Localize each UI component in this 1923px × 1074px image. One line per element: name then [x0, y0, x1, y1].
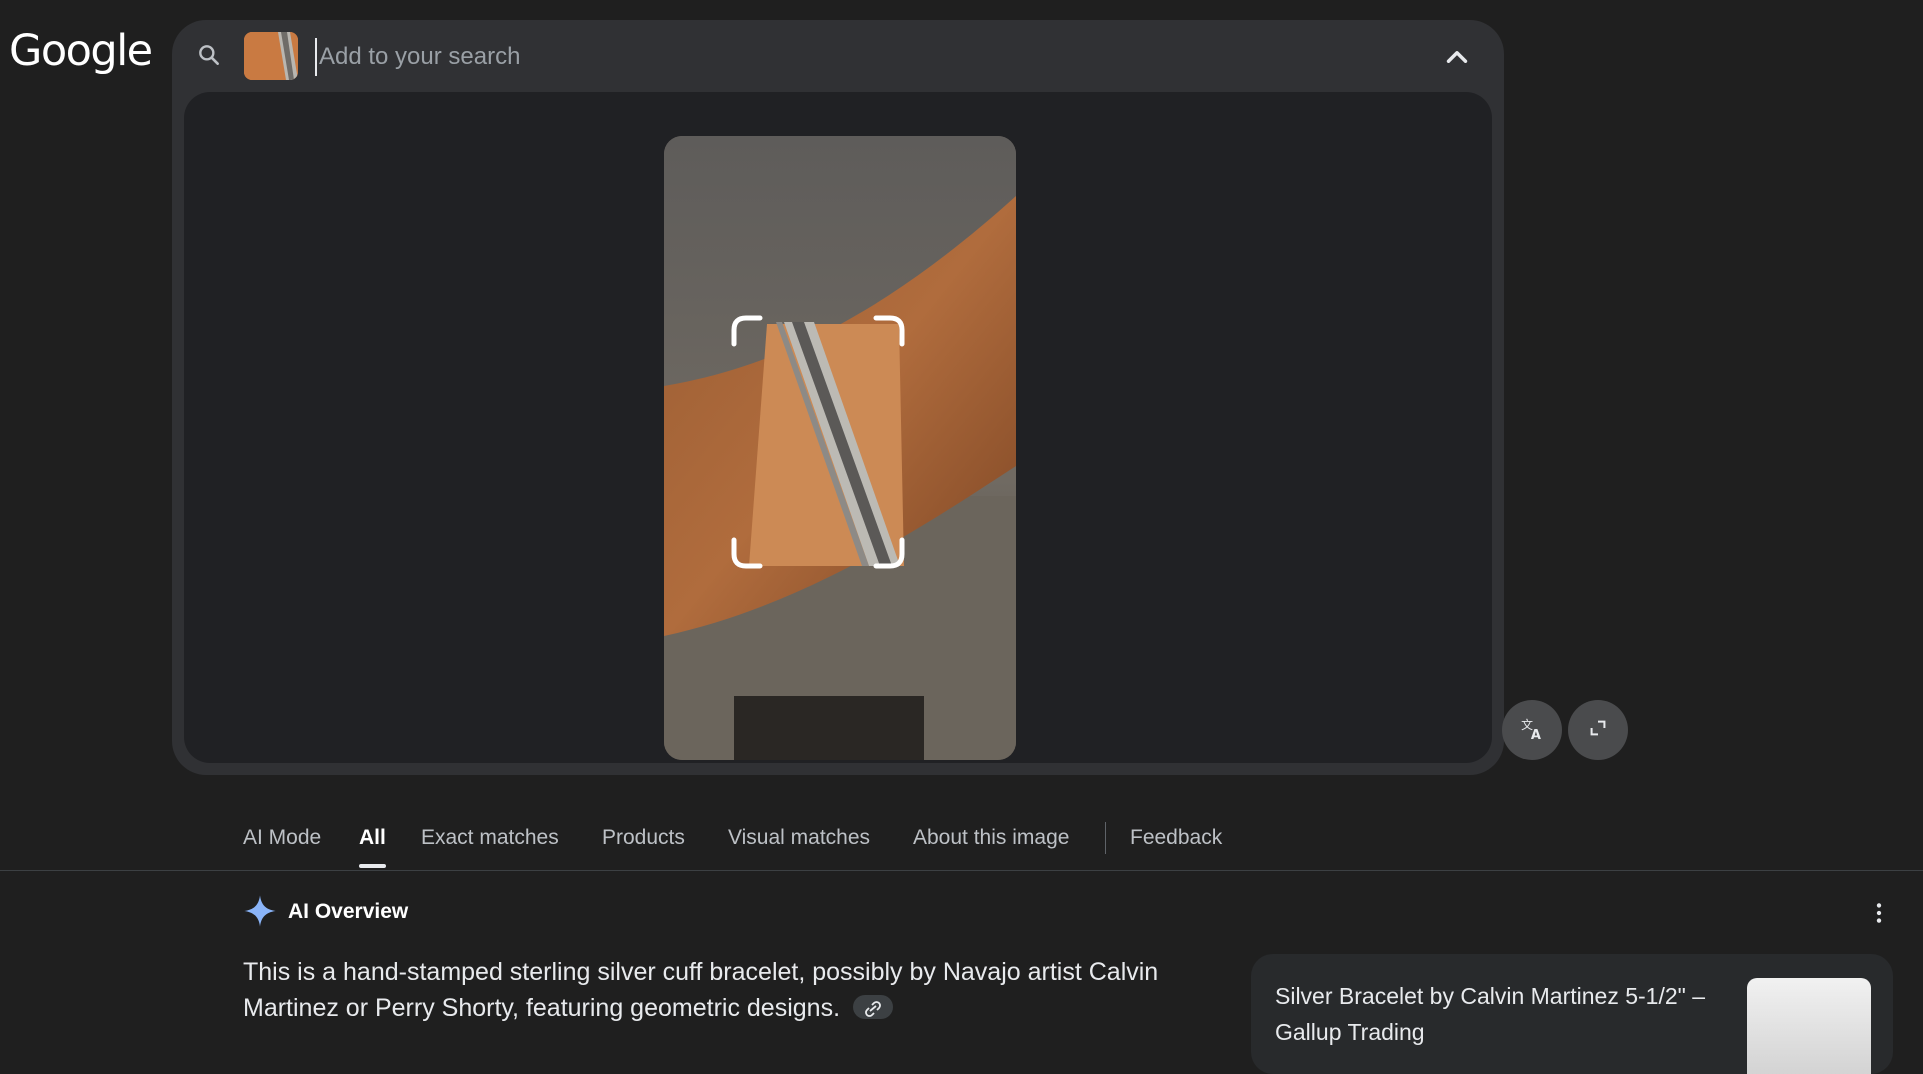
expand-button[interactable] [1568, 700, 1628, 760]
image-preview-area [184, 92, 1492, 763]
crop-selection-frame[interactable] [730, 314, 906, 570]
result-card-thumbnail[interactable] [1747, 978, 1871, 1074]
ai-overview-body: This is a hand-stamped sterling silver c… [243, 958, 1159, 1022]
google-logo[interactable]: Google [9, 26, 153, 76]
query-image-thumbnail[interactable] [244, 32, 298, 80]
tab-separator [1105, 822, 1106, 854]
translate-icon: 文 A [1519, 715, 1545, 746]
search-input[interactable] [315, 38, 1281, 76]
search-bar [172, 20, 1504, 92]
search-icon[interactable] [196, 42, 222, 68]
link-icon [853, 999, 893, 1027]
tab-exact-matches[interactable]: Exact matches [421, 826, 559, 850]
ai-overview-text: This is a hand-stamped sterling silver c… [243, 954, 1203, 1026]
tab-about-this-image[interactable]: About this image [913, 826, 1069, 850]
tab-products[interactable]: Products [602, 826, 685, 850]
svg-text:A: A [1531, 727, 1541, 740]
source-link-chip[interactable] [852, 995, 893, 1020]
result-card[interactable]: Silver Bracelet by Calvin Martinez 5-1/2… [1251, 954, 1893, 1074]
sparkle-icon [243, 893, 277, 929]
active-tab-indicator [359, 864, 386, 868]
translate-button[interactable]: 文 A [1502, 700, 1562, 760]
tab-feedback[interactable]: Feedback [1130, 826, 1222, 850]
expand-icon [1587, 717, 1609, 744]
chevron-up-icon[interactable] [1440, 40, 1474, 74]
result-card-title[interactable]: Silver Bracelet by Calvin Martinez 5-1/2… [1275, 978, 1735, 1050]
search-tabs: AI Mode All Exact matches Products Visua… [0, 810, 1923, 871]
search-panel: 文 A [172, 20, 1628, 775]
tab-all[interactable]: All [359, 826, 386, 850]
more-vertical-icon[interactable] [1866, 898, 1892, 928]
tab-visual-matches[interactable]: Visual matches [728, 826, 870, 850]
ai-overview-title: AI Overview [288, 900, 409, 923]
tab-ai-mode[interactable]: AI Mode [243, 826, 321, 850]
